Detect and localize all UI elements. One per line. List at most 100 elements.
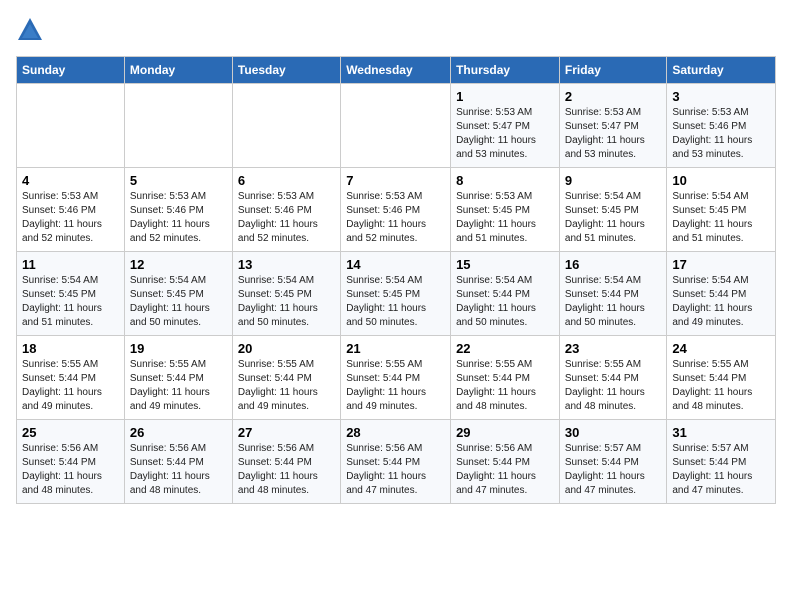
calendar-cell: 29 Sunrise: 5:56 AMSunset: 5:44 PMDayligh…: [451, 420, 560, 504]
calendar-cell: 6 Sunrise: 5:53 AMSunset: 5:46 PMDaylight…: [232, 168, 340, 252]
calendar-cell: 20 Sunrise: 5:55 AMSunset: 5:44 PMDayligh…: [232, 336, 340, 420]
day-number: 31: [672, 425, 770, 440]
day-header-thursday: Thursday: [451, 57, 560, 84]
day-number: 3: [672, 89, 770, 104]
calendar-week-2: 4 Sunrise: 5:53 AMSunset: 5:46 PMDaylight…: [17, 168, 776, 252]
calendar-cell: 2 Sunrise: 5:53 AMSunset: 5:47 PMDaylight…: [559, 84, 666, 168]
calendar-cell: 5 Sunrise: 5:53 AMSunset: 5:46 PMDaylight…: [124, 168, 232, 252]
calendar-cell: 17 Sunrise: 5:54 AMSunset: 5:44 PMDayligh…: [667, 252, 776, 336]
day-info: Sunrise: 5:53 AMSunset: 5:45 PMDaylight:…: [456, 190, 554, 246]
day-number: 18: [22, 341, 119, 356]
calendar-cell: 27 Sunrise: 5:56 AMSunset: 5:44 PMDayligh…: [232, 420, 340, 504]
day-info: Sunrise: 5:54 AMSunset: 5:45 PMDaylight:…: [238, 274, 335, 330]
day-info: Sunrise: 5:55 AMSunset: 5:44 PMDaylight:…: [22, 358, 119, 414]
day-number: 6: [238, 173, 335, 188]
day-info: Sunrise: 5:53 AMSunset: 5:46 PMDaylight:…: [22, 190, 119, 246]
day-number: 21: [346, 341, 445, 356]
day-info: Sunrise: 5:54 AMSunset: 5:45 PMDaylight:…: [672, 190, 770, 246]
day-info: Sunrise: 5:56 AMSunset: 5:44 PMDaylight:…: [130, 442, 227, 498]
day-info: Sunrise: 5:54 AMSunset: 5:45 PMDaylight:…: [130, 274, 227, 330]
calendar-cell: 31Sunrise: 5:57 AMSunset: 5:44 PMDayligh…: [667, 420, 776, 504]
calendar-cell: [232, 84, 340, 168]
day-header-friday: Friday: [559, 57, 666, 84]
day-header-monday: Monday: [124, 57, 232, 84]
calendar-cell: 21 Sunrise: 5:55 AMSunset: 5:44 PMDayligh…: [341, 336, 451, 420]
day-number: 5: [130, 173, 227, 188]
day-number: 27: [238, 425, 335, 440]
day-info: Sunrise: 5:54 AMSunset: 5:45 PMDaylight:…: [22, 274, 119, 330]
day-number: 16: [565, 257, 661, 272]
day-number: 26: [130, 425, 227, 440]
logo-icon: [16, 16, 44, 44]
calendar-cell: 28Sunrise: 5:56 AMSunset: 5:44 PMDayligh…: [341, 420, 451, 504]
day-info: Sunrise: 5:55 AMSunset: 5:44 PMDaylight:…: [672, 358, 770, 414]
day-number: 29: [456, 425, 554, 440]
logo: [16, 16, 48, 44]
calendar-cell: 25Sunrise: 5:56 AMSunset: 5:44 PMDayligh…: [17, 420, 125, 504]
day-number: 24: [672, 341, 770, 356]
calendar-cell: 19Sunrise: 5:55 AMSunset: 5:44 PMDayligh…: [124, 336, 232, 420]
day-header-sunday: Sunday: [17, 57, 125, 84]
day-header-wednesday: Wednesday: [341, 57, 451, 84]
calendar-week-4: 18 Sunrise: 5:55 AMSunset: 5:44 PMDayligh…: [17, 336, 776, 420]
calendar-cell: 7 Sunrise: 5:53 AMSunset: 5:46 PMDaylight…: [341, 168, 451, 252]
calendar-cell: 4 Sunrise: 5:53 AMSunset: 5:46 PMDaylight…: [17, 168, 125, 252]
calendar-body: 1 Sunrise: 5:53 AMSunset: 5:47 PMDaylight…: [17, 84, 776, 504]
day-number: 4: [22, 173, 119, 188]
day-number: 15: [456, 257, 554, 272]
calendar-cell: 8 Sunrise: 5:53 AMSunset: 5:45 PMDaylight…: [451, 168, 560, 252]
calendar-cell: 9Sunrise: 5:54 AMSunset: 5:45 PMDaylight…: [559, 168, 666, 252]
day-info: Sunrise: 5:57 AMSunset: 5:44 PMDaylight:…: [565, 442, 661, 498]
calendar-cell: [124, 84, 232, 168]
day-info: Sunrise: 5:53 AMSunset: 5:46 PMDaylight:…: [672, 106, 770, 162]
calendar-cell: 30Sunrise: 5:57 AMSunset: 5:44 PMDayligh…: [559, 420, 666, 504]
day-info: Sunrise: 5:53 AMSunset: 5:46 PMDaylight:…: [238, 190, 335, 246]
day-info: Sunrise: 5:54 AMSunset: 5:44 PMDaylight:…: [565, 274, 661, 330]
calendar-cell: 10Sunrise: 5:54 AMSunset: 5:45 PMDayligh…: [667, 168, 776, 252]
calendar-cell: [17, 84, 125, 168]
day-info: Sunrise: 5:56 AMSunset: 5:44 PMDaylight:…: [22, 442, 119, 498]
day-number: 12: [130, 257, 227, 272]
day-number: 22: [456, 341, 554, 356]
day-number: 1: [456, 89, 554, 104]
day-info: Sunrise: 5:56 AMSunset: 5:44 PMDaylight:…: [346, 442, 445, 498]
day-info: Sunrise: 5:55 AMSunset: 5:44 PMDaylight:…: [565, 358, 661, 414]
day-header-saturday: Saturday: [667, 57, 776, 84]
calendar-cell: 14 Sunrise: 5:54 AMSunset: 5:45 PMDayligh…: [341, 252, 451, 336]
day-number: 13: [238, 257, 335, 272]
calendar-cell: 15Sunrise: 5:54 AMSunset: 5:44 PMDayligh…: [451, 252, 560, 336]
day-number: 14: [346, 257, 445, 272]
calendar-cell: [341, 84, 451, 168]
calendar-cell: 12 Sunrise: 5:54 AMSunset: 5:45 PMDayligh…: [124, 252, 232, 336]
day-info: Sunrise: 5:55 AMSunset: 5:44 PMDaylight:…: [238, 358, 335, 414]
day-number: 23: [565, 341, 661, 356]
day-info: Sunrise: 5:53 AMSunset: 5:46 PMDaylight:…: [346, 190, 445, 246]
calendar-cell: 13 Sunrise: 5:54 AMSunset: 5:45 PMDayligh…: [232, 252, 340, 336]
day-info: Sunrise: 5:55 AMSunset: 5:44 PMDaylight:…: [130, 358, 227, 414]
day-info: Sunrise: 5:56 AMSunset: 5:44 PMDaylight:…: [456, 442, 554, 498]
calendar-week-1: 1 Sunrise: 5:53 AMSunset: 5:47 PMDaylight…: [17, 84, 776, 168]
page-header: [16, 16, 776, 44]
day-number: 2: [565, 89, 661, 104]
calendar-week-5: 25Sunrise: 5:56 AMSunset: 5:44 PMDayligh…: [17, 420, 776, 504]
day-info: Sunrise: 5:53 AMSunset: 5:47 PMDaylight:…: [565, 106, 661, 162]
calendar-cell: 18 Sunrise: 5:55 AMSunset: 5:44 PMDayligh…: [17, 336, 125, 420]
calendar-cell: 16 Sunrise: 5:54 AMSunset: 5:44 PMDayligh…: [559, 252, 666, 336]
day-info: Sunrise: 5:56 AMSunset: 5:44 PMDaylight:…: [238, 442, 335, 498]
day-number: 20: [238, 341, 335, 356]
day-info: Sunrise: 5:54 AMSunset: 5:44 PMDaylight:…: [672, 274, 770, 330]
calendar-cell: 26 Sunrise: 5:56 AMSunset: 5:44 PMDayligh…: [124, 420, 232, 504]
calendar-cell: 22 Sunrise: 5:55 AMSunset: 5:44 PMDayligh…: [451, 336, 560, 420]
calendar-cell: 1 Sunrise: 5:53 AMSunset: 5:47 PMDaylight…: [451, 84, 560, 168]
day-info: Sunrise: 5:53 AMSunset: 5:46 PMDaylight:…: [130, 190, 227, 246]
day-header-tuesday: Tuesday: [232, 57, 340, 84]
day-info: Sunrise: 5:53 AMSunset: 5:47 PMDaylight:…: [456, 106, 554, 162]
day-info: Sunrise: 5:55 AMSunset: 5:44 PMDaylight:…: [346, 358, 445, 414]
day-number: 7: [346, 173, 445, 188]
day-info: Sunrise: 5:55 AMSunset: 5:44 PMDaylight:…: [456, 358, 554, 414]
day-number: 8: [456, 173, 554, 188]
day-number: 17: [672, 257, 770, 272]
calendar-cell: 11Sunrise: 5:54 AMSunset: 5:45 PMDayligh…: [17, 252, 125, 336]
day-info: Sunrise: 5:54 AMSunset: 5:45 PMDaylight:…: [346, 274, 445, 330]
day-info: Sunrise: 5:54 AMSunset: 5:45 PMDaylight:…: [565, 190, 661, 246]
